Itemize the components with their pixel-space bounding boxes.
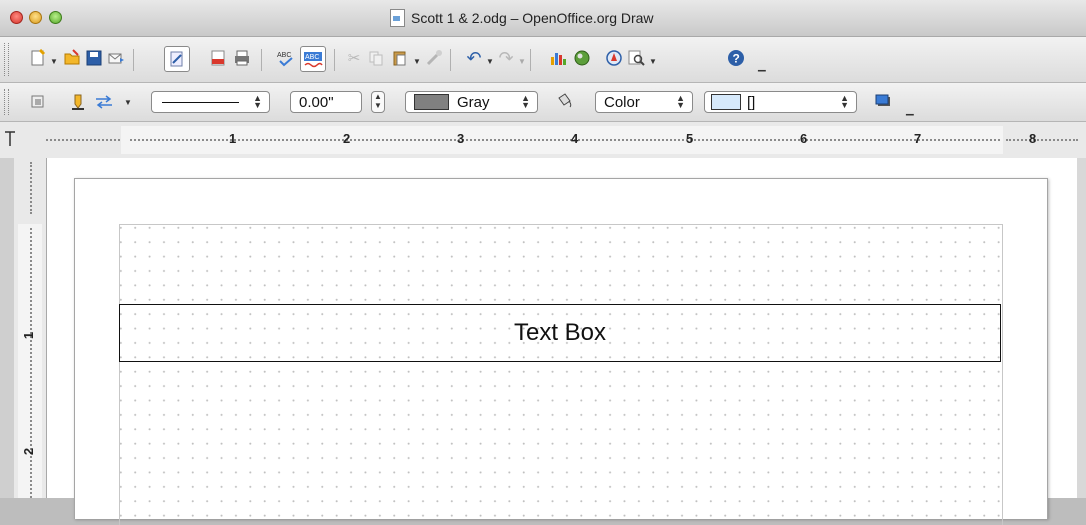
horizontal-ruler[interactable]: 1 2 3 4 5 6 7 8 (0, 122, 1086, 159)
ruler-label: 5 (686, 131, 694, 146)
copy-icon[interactable] (366, 48, 386, 68)
ruler-label: 4 (571, 131, 579, 146)
toolbar-separator (133, 49, 134, 71)
print-icon[interactable] (232, 48, 252, 68)
toolbar-separator (334, 49, 335, 71)
navigator-icon[interactable] (604, 48, 624, 68)
text-box-content[interactable]: Text Box (514, 319, 606, 347)
area-fill-value: [] (747, 93, 756, 111)
ruler-label: 1 (21, 331, 37, 340)
select-icon[interactable] (28, 92, 48, 112)
ruler-ticks (130, 139, 1000, 143)
line-style-arrow-icon: ▲ ▼ (253, 93, 262, 110)
zoom-icon[interactable] (626, 48, 646, 68)
ruler-label: 2 (343, 131, 351, 146)
redo-dropdown-icon[interactable]: ▼ (518, 57, 526, 66)
minimize-window-button[interactable] (29, 11, 42, 24)
redo-icon[interactable]: ↷ (496, 48, 516, 68)
area-fill-arrow-icon: ▲ ▼ (840, 93, 849, 110)
drawing-page[interactable]: Text Box (74, 178, 1048, 525)
title-bar: Scott 1 & 2.odg – OpenOffice.org Draw (0, 0, 1086, 37)
area-style-value: Color (604, 93, 640, 111)
vertical-ruler[interactable]: 1 2 (14, 158, 47, 498)
toolbar-separator (261, 49, 262, 71)
autospellcheck-icon[interactable]: ABC (300, 46, 326, 72)
toolbar-grip[interactable] (4, 43, 9, 76)
toolbar-overflow-icon[interactable]: ▁ (906, 105, 914, 116)
window-title: Scott 1 & 2.odg – OpenOffice.org Draw (411, 10, 654, 26)
ruler-label: 8 (1029, 131, 1037, 146)
left-window-edge (0, 158, 14, 498)
ruler-label: 1 (229, 131, 237, 146)
line-color-arrow-icon: ▲ ▼ (521, 93, 530, 110)
cut-icon[interactable]: ✂ (344, 48, 364, 68)
open-icon[interactable] (62, 48, 82, 68)
line-width-spinner[interactable]: ▲ ▼ (371, 91, 385, 113)
line-style-preview (162, 102, 239, 103)
area-style-arrow-icon: ▲ ▼ (676, 93, 685, 110)
new-icon[interactable] (28, 48, 48, 68)
chart-icon[interactable] (548, 48, 568, 68)
line-width-value: 0.00" (299, 93, 334, 111)
ruler-label: 6 (800, 131, 808, 146)
line-icon[interactable] (68, 92, 88, 112)
ruler-margin-right (1006, 139, 1078, 143)
ruler-margin-top (30, 162, 34, 214)
ruler-label: 7 (914, 131, 922, 146)
area-style-select[interactable]: Color ▲ ▼ (595, 91, 693, 113)
ruler-ticks (30, 228, 34, 498)
line-color-select[interactable]: Gray ▲ ▼ (405, 91, 538, 113)
tab-stop-icon[interactable] (4, 131, 16, 147)
arrow-style-dropdown-icon[interactable]: ▼ (124, 98, 132, 107)
area-fill-select[interactable]: [] ▲ ▼ (704, 91, 857, 113)
help-icon[interactable]: ? (726, 48, 746, 68)
zoom-window-button[interactable] (49, 11, 62, 24)
email-icon[interactable] (106, 48, 126, 68)
close-window-button[interactable] (10, 11, 23, 24)
svg-text:?: ? (733, 52, 740, 66)
area-fill-swatch (711, 94, 741, 110)
paste-dropdown-icon[interactable]: ▼ (413, 57, 421, 66)
gallery-icon[interactable] (572, 48, 592, 68)
undo-dropdown-icon[interactable]: ▼ (486, 57, 494, 66)
line-fill-toolbar: ▼ ▲ ▼ 0.00" ▲ ▼ Gray ▲ ▼ Color ▲ ▼ [] ▲ ▼ ▁ (0, 83, 1086, 122)
ruler-label: 2 (21, 447, 37, 456)
clone-format-icon[interactable] (424, 48, 444, 68)
new-dropdown-icon[interactable]: ▼ (50, 57, 58, 66)
toolbar-overflow-icon[interactable]: ▁ (758, 61, 766, 72)
line-style-select[interactable]: ▲ ▼ (151, 91, 270, 113)
vertical-scrollbar[interactable] (1077, 158, 1086, 498)
spellcheck-icon[interactable]: ABC (276, 48, 296, 68)
line-color-value: Gray (457, 93, 490, 111)
drawing-canvas[interactable]: Text Box (47, 158, 1077, 525)
text-box[interactable]: Text Box (119, 304, 1001, 362)
undo-icon[interactable]: ↶ (464, 48, 484, 68)
paste-icon[interactable] (390, 48, 410, 68)
ruler-label: 3 (457, 131, 465, 146)
shadow-icon[interactable] (873, 91, 893, 111)
line-width-field[interactable]: 0.00" (290, 91, 362, 113)
line-color-swatch (414, 94, 449, 110)
toolbar-separator (450, 49, 451, 71)
save-icon[interactable] (84, 48, 104, 68)
standard-toolbar: ▼ ABC ABC ✂ ▼ ↶ ▼ ↷ ▼ ▼ ? ▁ (0, 37, 1086, 83)
page-margin-grid (119, 224, 1003, 525)
toolbar-separator (530, 49, 531, 71)
zoom-dropdown-icon[interactable]: ▼ (649, 57, 657, 66)
svg-text:ABC: ABC (277, 52, 291, 59)
window-title-group: Scott 1 & 2.odg – OpenOffice.org Draw (390, 8, 654, 28)
document-proxy-icon[interactable] (390, 9, 405, 27)
export-pdf-icon[interactable] (208, 48, 228, 68)
edit-file-icon[interactable] (164, 46, 190, 72)
svg-text:ABC: ABC (305, 54, 319, 61)
toolbar-grip[interactable] (4, 89, 9, 115)
arrow-style-icon[interactable] (94, 92, 114, 112)
area-fill-bucket-icon[interactable] (554, 91, 574, 111)
ruler-margin-left (46, 139, 120, 143)
